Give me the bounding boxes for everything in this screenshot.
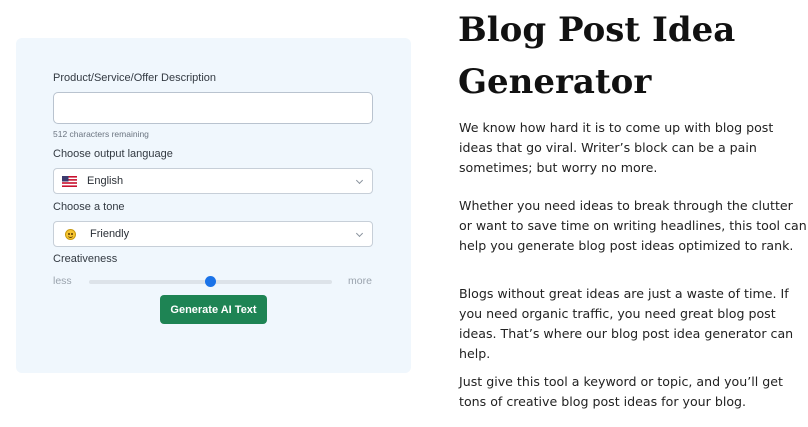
language-label: Choose output language (53, 148, 173, 160)
generator-form: Product/Service/Offer Description 512 ch… (16, 38, 411, 373)
description-label: Product/Service/Offer Description (53, 72, 217, 84)
creativity-max-label: more (348, 275, 372, 287)
us-flag-icon (62, 175, 77, 187)
benefit-paragraph: Whether you need ideas to break through … (459, 198, 807, 253)
creativity-min-label: less (53, 275, 72, 287)
smiley-face-icon (65, 228, 76, 240)
language-select[interactable]: English (53, 168, 373, 194)
chars-remaining: 512 characters remaining (53, 129, 149, 139)
chevron-down-icon (355, 229, 364, 238)
tone-select[interactable]: Friendly (53, 221, 373, 247)
description-input[interactable] (53, 92, 373, 124)
page-title: Blog Post Idea Generator (458, 10, 736, 102)
tone-label: Choose a tone (53, 201, 125, 213)
tone-value: Friendly (90, 228, 130, 240)
chevron-down-icon (355, 176, 364, 185)
usage-paragraph: Just give this tool a keyword or topic, … (459, 374, 783, 409)
creativity-label: Creativeness (53, 253, 118, 265)
intro-paragraph: We know how hard it is to come up with b… (459, 120, 774, 175)
creativity-slider[interactable] (89, 276, 332, 287)
traffic-paragraph: Blogs without great ideas are just a was… (459, 286, 794, 361)
generate-ai-text-button[interactable]: Generate AI Text (160, 295, 267, 324)
language-value: English (87, 175, 124, 187)
slider-thumb[interactable] (205, 276, 216, 287)
